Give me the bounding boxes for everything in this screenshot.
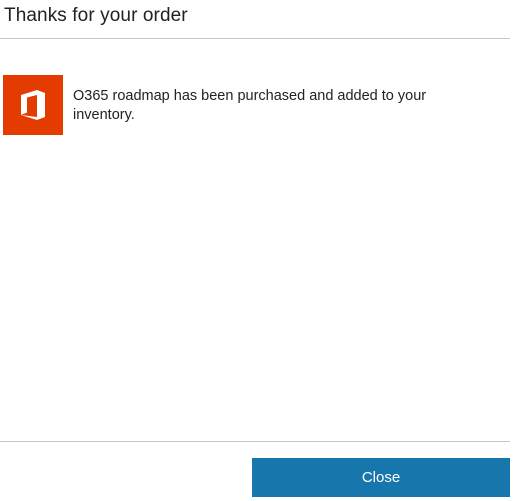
order-confirmation-dialog: Thanks for your order O365 roadmap has b…	[0, 0, 515, 501]
purchased-product: O365 roadmap has been purchased and adde…	[3, 75, 473, 135]
office-logo-icon	[21, 90, 45, 120]
product-tile	[3, 75, 63, 135]
close-button[interactable]: Close	[252, 458, 510, 497]
dialog-title: Thanks for your order	[4, 5, 188, 26]
header-divider	[0, 38, 510, 39]
purchase-message: O365 roadmap has been purchased and adde…	[73, 88, 427, 123]
footer-divider	[0, 441, 510, 442]
